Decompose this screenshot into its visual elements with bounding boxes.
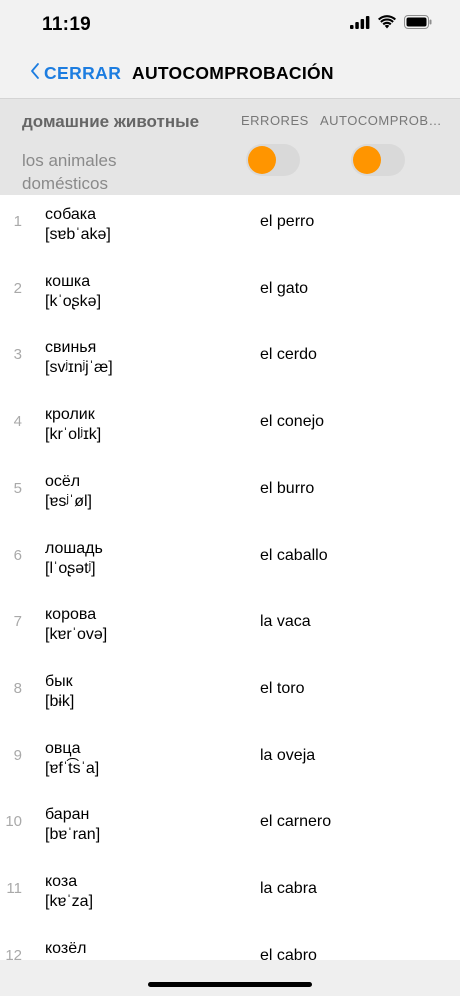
lesson-subtitle-line1: los animales <box>22 151 117 170</box>
translation: el gato <box>260 279 309 297</box>
toggle-knob <box>248 146 276 174</box>
toggle-knob <box>353 146 381 174</box>
selfcheck-toggle[interactable] <box>351 144 405 176</box>
row-number: 12 <box>5 946 22 960</box>
word-row[interactable]: 2 кошка [kˈoʂkə] el gato <box>0 261 460 328</box>
status-icons <box>350 15 432 34</box>
errors-toggle[interactable] <box>246 144 300 176</box>
row-number: 4 <box>13 413 22 431</box>
lesson-title: домашние животные <box>22 112 200 131</box>
russian-word: корова <box>45 606 97 624</box>
word-row[interactable]: 9 овца [ɐfˈt͡sˈa] la oveja <box>0 728 460 795</box>
word-row[interactable]: 6 лошадь [lˈoʂətʲ] el caballo <box>0 528 460 595</box>
row-number: 5 <box>13 479 22 497</box>
row-number: 6 <box>13 546 22 564</box>
row-number: 9 <box>13 746 22 764</box>
row-number: 1 <box>13 213 22 230</box>
transcription: [kɐˈza] <box>45 893 94 910</box>
translation: el cabro <box>260 946 317 960</box>
transcription: [lˈoʂətʲ] <box>45 559 96 577</box>
russian-word: бык <box>45 672 73 690</box>
word-row[interactable]: 7 корова [kɐrˈovə] la vaca <box>0 594 460 661</box>
word-row[interactable]: 1 собака [sɐbˈakə] el perro <box>0 194 460 261</box>
transcription: [svʲɪnʲjˈæ] <box>45 359 113 377</box>
translation: el carnero <box>260 813 332 831</box>
word-row[interactable]: 8 бык [bɨk] el toro <box>0 661 460 728</box>
transcription: [ɐsʲˈøl] <box>45 492 92 510</box>
russian-word: коза <box>45 873 78 890</box>
translation: el caballo <box>260 546 328 564</box>
page-title: AUTOCOMPROBACIÓN <box>132 63 334 83</box>
transcription: [bɐˈran] <box>45 826 101 844</box>
russian-word: лошадь <box>45 539 103 557</box>
russian-word: кошка <box>45 272 91 290</box>
russian-word: козёл <box>45 939 87 957</box>
russian-word: овца <box>45 739 81 757</box>
transcription: [kˈoʂkə] <box>45 292 102 310</box>
translation: el cerdo <box>260 346 317 364</box>
word-row[interactable]: 5 осёл [ɐsʲˈøl] el burro <box>0 461 460 528</box>
russian-word: осёл <box>45 472 81 490</box>
row-number: 10 <box>5 813 22 831</box>
home-indicator[interactable] <box>148 982 312 987</box>
transcription: [sɐbˈakə] <box>45 226 111 243</box>
navigation-bar: CERRAR AUTOCOMPROBACIÓN <box>0 50 460 98</box>
word-row[interactable]: 12 козёл el cabro <box>0 928 460 960</box>
close-label: CERRAR <box>44 63 122 83</box>
close-button[interactable]: CERRAR <box>30 62 121 85</box>
word-row[interactable]: 10 баран [bɐˈran] el carnero <box>0 794 460 861</box>
selfcheck-column-label: AUTOCOMPROB… <box>320 113 443 128</box>
translation: el conejo <box>260 413 325 431</box>
translation: el toro <box>260 679 305 697</box>
translation: la vaca <box>260 613 311 631</box>
transcription: [bɨk] <box>45 692 75 710</box>
russian-word: баран <box>45 806 90 824</box>
row-number: 3 <box>13 346 22 364</box>
transcription: [ɐfˈt͡sˈa] <box>45 759 100 777</box>
row-number: 8 <box>13 679 22 697</box>
row-number: 7 <box>13 613 22 631</box>
lesson-header: домашние животные los animales doméstico… <box>0 98 460 195</box>
row-number: 2 <box>13 279 22 297</box>
transcription: [kɐrˈovə] <box>45 626 108 644</box>
translation: la cabra <box>260 880 317 897</box>
word-list[interactable]: 1 собака [sɐbˈakə] el perro 2 кошка [kˈo… <box>0 194 460 960</box>
battery-icon <box>404 15 432 34</box>
chevron-left-icon <box>30 62 40 85</box>
signal-icon <box>350 15 370 34</box>
lesson-subtitle: los animales domésticos <box>22 149 117 195</box>
lesson-subtitle-line2: domésticos <box>22 174 108 193</box>
row-number: 11 <box>6 880 22 897</box>
russian-word: свинья <box>45 339 97 357</box>
translation: el perro <box>260 213 315 230</box>
word-row[interactable]: 3 свинья [svʲɪnʲjˈæ] el cerdo <box>0 327 460 394</box>
errors-column-label: ERRORES <box>241 113 309 128</box>
bottom-bar <box>0 960 460 996</box>
status-bar: 11:19 <box>0 0 460 50</box>
word-row[interactable]: 11 коза [kɐˈza] la cabra <box>0 861 460 928</box>
word-row[interactable]: 4 кролик [krˈolʲɪk] el conejo <box>0 394 460 461</box>
wifi-icon <box>378 15 396 34</box>
russian-word: кролик <box>45 406 95 424</box>
status-time: 11:19 <box>42 14 92 35</box>
translation: el burro <box>260 479 315 497</box>
transcription: [krˈolʲɪk] <box>45 426 102 444</box>
russian-word: собака <box>45 206 97 223</box>
translation: la oveja <box>260 746 316 764</box>
